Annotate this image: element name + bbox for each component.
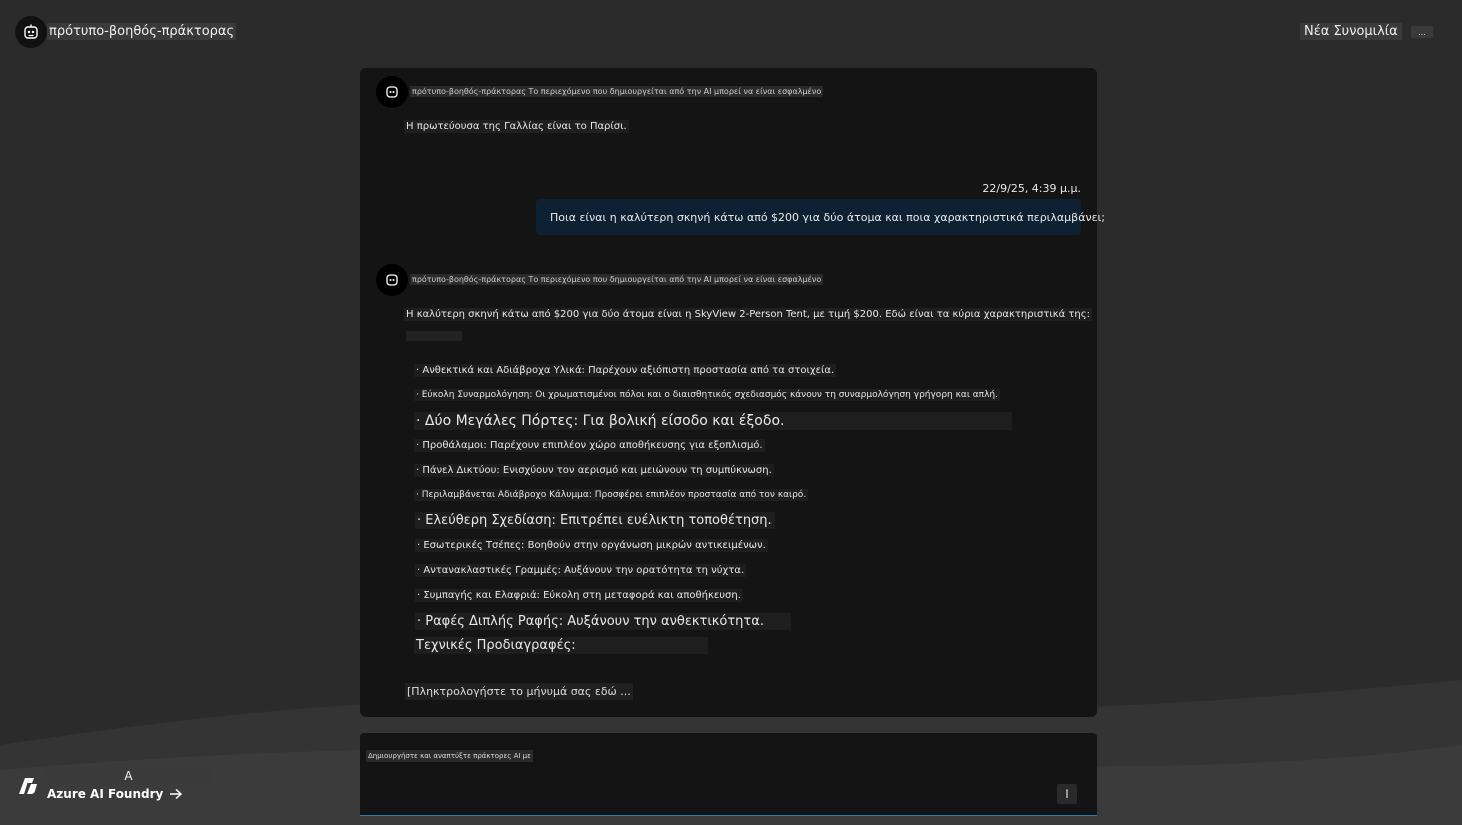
message-timestamp: 22/9/25, 4:39 μ.μ.	[982, 182, 1081, 195]
azure-ai-foundry-link[interactable]: Azure AI Foundry	[47, 787, 183, 801]
assistant-message-intro: Η καλύτερη σκηνή κάτω από $200 για δύο ά…	[404, 308, 1092, 321]
send-button[interactable]	[1057, 784, 1077, 804]
assistant-message-header: πρότυπο-βοηθός-πράκτορας Το περιεχόμενο …	[410, 274, 824, 285]
feature-bullet: · Πάνελ Δικτύου: Ενισχύουν τον αερισμό κ…	[414, 464, 774, 477]
user-initial: A	[46, 767, 211, 783]
feature-bullet: · Συμπαγής και Ελαφριά: Εύκολη στη μεταφ…	[415, 589, 743, 602]
faded-text-line	[406, 331, 462, 341]
assistant-avatar	[376, 264, 408, 296]
feature-bullet: · Ραφές Διπλής Ραφής: Αυξάνουν την ανθεκ…	[415, 613, 791, 630]
assistant-avatar	[376, 76, 408, 108]
user-message-text: Ποια είναι η καλύτερη σκηνή κάτω από $20…	[550, 210, 1105, 224]
foundry-link-label: Azure AI Foundry	[47, 787, 164, 801]
robot-icon	[386, 274, 398, 286]
agent-name: πρότυπο-βοηθός-πράκτορας	[47, 23, 237, 40]
message-input-placeholder[interactable]: [Πληκτρολογήστε το μήνυμά σας εδώ ...	[405, 683, 633, 700]
assistant-message-text: Η πρωτεύουσα της Γαλλίας είναι το Παρίσι…	[404, 120, 629, 133]
user-message-bubble: Ποια είναι η καλύτερη σκηνή κάτω από $20…	[536, 199, 1105, 235]
chat-panel: πρότυπο-βοηθός-πράκτορας Το περιεχόμενο …	[360, 68, 1105, 717]
robot-icon	[386, 86, 398, 98]
new-chat-button[interactable]: Νέα Συνομιλία	[1300, 23, 1402, 40]
assistant-message-header: πρότυπο-βοηθός-πράκτορας Το περιεχόμενο …	[410, 86, 824, 97]
feature-bullet: · Ελεύθερη Σχεδίαση: Επιτρέπει ευέλικτη …	[415, 512, 775, 529]
composer-box[interactable]: Δημιουργήστε και αναπτύξτε πράκτορες AI …	[360, 733, 1097, 816]
arrow-right-icon	[170, 788, 183, 800]
feature-bullet: · Προθάλαμοι: Παρέχουν επιπλέον χώρο απο…	[414, 439, 765, 452]
top-bar: πρότυπο-βοηθός-πράκτορας Νέα Συνομιλία .…	[0, 0, 1462, 64]
azure-ai-foundry-logo-icon	[19, 778, 37, 794]
technical-specs-heading: Τεχνικές Προδιαγραφές:	[414, 637, 708, 654]
more-options-button[interactable]: ...	[1411, 26, 1433, 38]
agent-avatar	[15, 16, 47, 48]
feature-bullet: · Ανθεκτικά και Αδιάβροχα Υλικά: Παρέχου…	[414, 364, 837, 377]
send-icon	[1066, 789, 1068, 798]
composer-label: Δημιουργήστε και αναπτύξτε πράκτορες AI …	[366, 750, 533, 762]
feature-bullet: · Εύκολη Συναρμολόγηση: Οι χρωματισμένοι…	[414, 389, 1000, 401]
feature-bullet: · Περιλαμβάνεται Αδιάβροχο Κάλυμμα: Προσ…	[414, 489, 809, 501]
feature-bullet: · Εσωτερικές Τσέπες: Βοηθούν στην οργάνω…	[415, 539, 768, 552]
feature-bullet: · Αντανακλαστικές Γραμμές: Αυξάνουν την …	[415, 564, 747, 577]
robot-icon	[24, 24, 38, 39]
feature-bullet: · Δύο Μεγάλες Πόρτες: Για βολική είσοδο …	[414, 412, 1012, 430]
